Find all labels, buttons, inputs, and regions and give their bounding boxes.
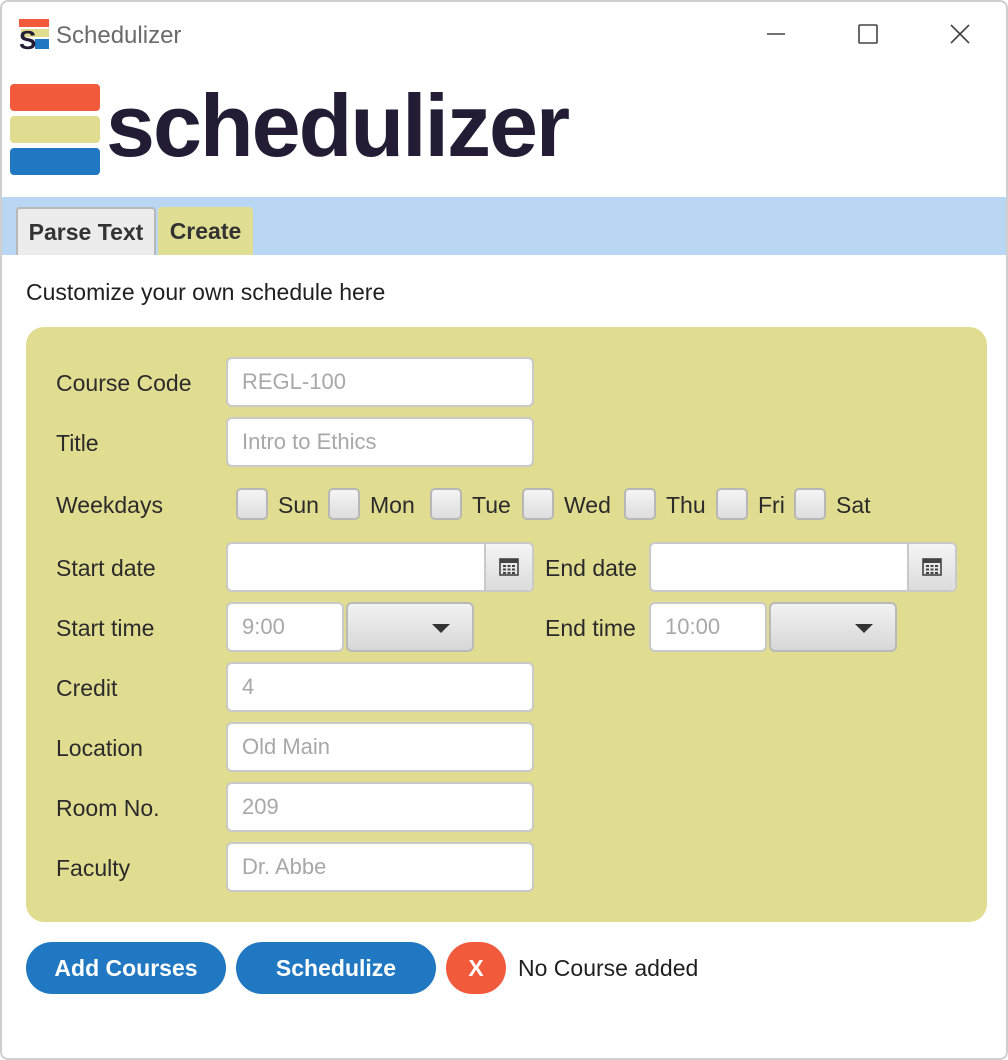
weekday-sun-checkbox[interactable] (236, 488, 268, 520)
weekday-fri-label: Fri (758, 492, 785, 518)
faculty-input[interactable] (242, 854, 532, 880)
svg-text:S: S (19, 25, 36, 51)
calendar-icon (499, 558, 519, 576)
tab-create[interactable]: Create (158, 207, 253, 255)
weekday-sat-label: Sat (836, 492, 871, 518)
location-label: Location (56, 735, 143, 761)
course-code-field (226, 357, 534, 407)
start-date-label: Start date (56, 555, 156, 581)
maximize-button[interactable] (846, 16, 890, 52)
weekday-sun-label: Sun (278, 492, 319, 518)
course-form-panel: Course Code Title Weekdays Sun Mon Tue W… (26, 327, 987, 922)
end-date-calendar-button[interactable] (907, 544, 955, 590)
weekday-tue-checkbox[interactable] (430, 488, 462, 520)
weekday-thu-checkbox[interactable] (624, 488, 656, 520)
title-field (226, 417, 534, 467)
close-button[interactable] (938, 16, 982, 52)
end-date-label: End date (545, 555, 638, 581)
tab-parse-text[interactable]: Parse Text (16, 207, 156, 255)
tab-strip: Parse Text Create (2, 197, 1006, 255)
clear-courses-button[interactable]: X (446, 942, 506, 994)
weekday-thu-label: Thu (666, 492, 706, 518)
chevron-down-icon (432, 624, 450, 633)
start-time-input[interactable] (242, 614, 342, 640)
start-time-period-select[interactable] (346, 602, 474, 652)
weekday-sat-checkbox[interactable] (794, 488, 826, 520)
start-date-calendar-button[interactable] (484, 544, 532, 590)
room-field (226, 782, 534, 832)
title-label: Title (56, 430, 99, 456)
course-code-input[interactable] (242, 369, 532, 395)
logo-bars-icon (10, 84, 100, 175)
title-input[interactable] (242, 429, 532, 455)
location-field (226, 722, 534, 772)
weekday-tue-label: Tue (472, 492, 511, 518)
credit-field (226, 662, 534, 712)
start-time-label: Start time (56, 615, 155, 641)
end-time-period-select[interactable] (769, 602, 897, 652)
title-bar: S Schedulizer (2, 2, 1006, 66)
page-subtitle: Customize your own schedule here (26, 279, 386, 305)
course-status-text: No Course added (518, 955, 699, 981)
start-time-field (226, 602, 344, 652)
location-input[interactable] (242, 734, 532, 760)
logo-bar-yellow (10, 116, 100, 143)
weekday-wed-label: Wed (564, 492, 611, 518)
calendar-icon (922, 558, 942, 576)
close-icon (950, 24, 970, 44)
end-time-field (649, 602, 767, 652)
weekdays-label: Weekdays (56, 492, 163, 518)
credit-input[interactable] (242, 674, 532, 700)
end-time-label: End time (545, 615, 636, 641)
minimize-icon (767, 33, 785, 35)
add-courses-button[interactable]: Add Courses (26, 942, 226, 994)
credit-label: Credit (56, 675, 118, 701)
end-time-input[interactable] (665, 614, 765, 640)
logo-bar-blue (10, 148, 100, 175)
faculty-label: Faculty (56, 855, 131, 881)
course-code-label: Course Code (56, 370, 192, 396)
window-title: Schedulizer (56, 22, 182, 49)
minimize-button[interactable] (754, 16, 798, 52)
chevron-down-icon (855, 624, 873, 633)
start-date-picker[interactable] (226, 542, 534, 592)
logo-wordmark: schedulizer (106, 76, 570, 175)
room-label: Room No. (56, 795, 160, 821)
faculty-field (226, 842, 534, 892)
weekday-wed-checkbox[interactable] (522, 488, 554, 520)
weekday-mon-label: Mon (370, 492, 415, 518)
weekday-mon-checkbox[interactable] (328, 488, 360, 520)
weekday-fri-checkbox[interactable] (716, 488, 748, 520)
end-date-picker[interactable] (649, 542, 957, 592)
maximize-icon (858, 24, 878, 44)
app-window: S Schedulizer schedulizer Parse Text Cre… (0, 0, 1008, 1060)
schedulizer-app-icon: S (19, 19, 49, 51)
room-input[interactable] (242, 794, 532, 820)
logo-bar-red (10, 84, 100, 111)
schedulize-button[interactable]: Schedulize (236, 942, 436, 994)
